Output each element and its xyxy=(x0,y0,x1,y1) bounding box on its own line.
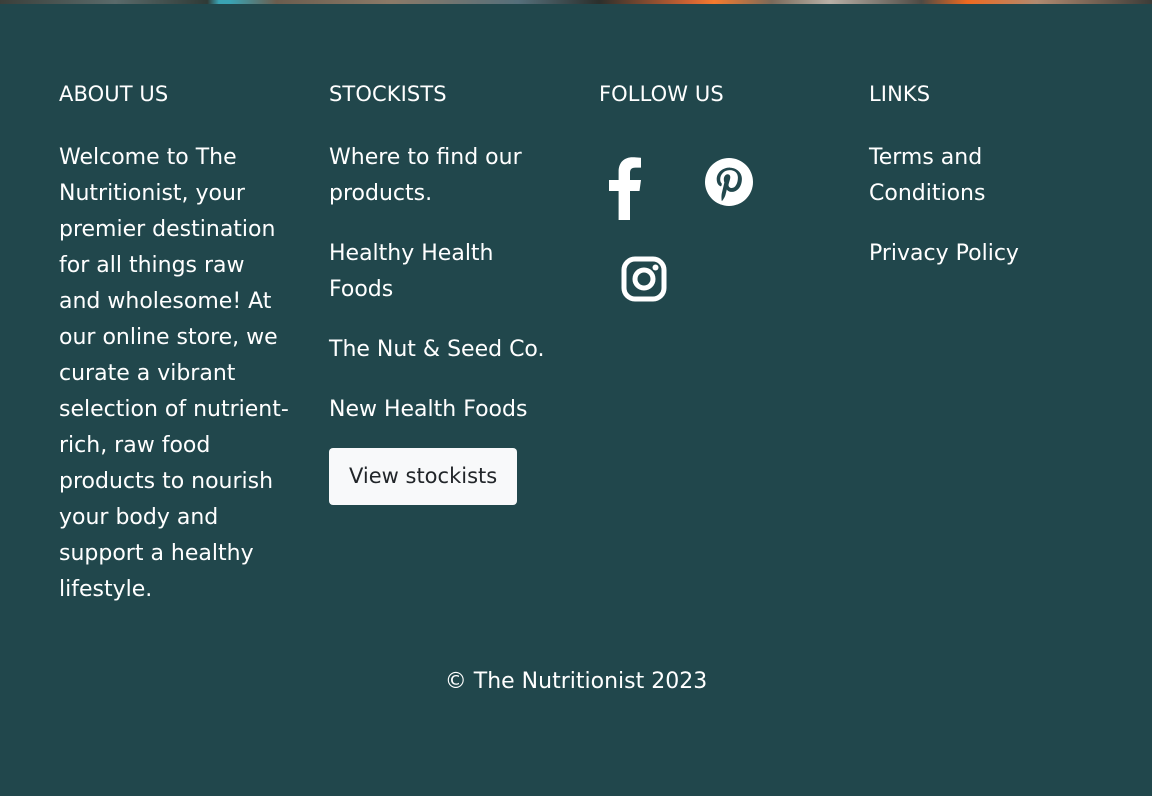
stockist-link-nut-seed-co[interactable]: The Nut & Seed Co. xyxy=(329,337,545,362)
list-item[interactable]: Privacy Policy xyxy=(869,236,1105,272)
view-stockists-button[interactable]: View stockists xyxy=(329,448,518,505)
stockists-list: Where to find our products. Healthy Heal… xyxy=(329,140,559,428)
links-section: LINKS Terms and Conditions Privacy Polic… xyxy=(869,80,1105,296)
about-text: Welcome to The Nutritionist, your premie… xyxy=(59,145,289,602)
follow-heading: FOLLOW US xyxy=(599,82,724,106)
terms-link[interactable]: Terms and Conditions xyxy=(869,145,985,206)
list-item[interactable]: The Nut & Seed Co. xyxy=(329,332,559,368)
stockists-heading: STOCKISTS xyxy=(329,82,447,106)
about-heading: ABOUT US xyxy=(59,82,169,106)
list-item[interactable]: Terms and Conditions xyxy=(869,140,1105,212)
instagram-icon[interactable] xyxy=(621,256,667,302)
list-item: Where to find our products. xyxy=(329,140,559,212)
about-section: ABOUT US Welcome to The Nutritionist, yo… xyxy=(59,80,295,608)
stockists-intro: Where to find our products. xyxy=(329,145,522,206)
site-footer: ABOUT US Welcome to The Nutritionist, yo… xyxy=(0,4,1152,796)
privacy-policy-link[interactable]: Privacy Policy xyxy=(869,241,1019,266)
list-item[interactable]: New Health Foods xyxy=(329,392,559,428)
social-links xyxy=(599,140,835,340)
list-item[interactable]: Healthy Health Foods xyxy=(329,236,559,308)
facebook-icon[interactable] xyxy=(604,156,644,220)
follow-section: FOLLOW US xyxy=(599,80,835,340)
links-heading: LINKS xyxy=(869,82,931,106)
stockist-link-healthy-health-foods[interactable]: Healthy Health Foods xyxy=(329,241,494,302)
pinterest-icon[interactable] xyxy=(705,158,753,206)
stockist-link-new-health-foods[interactable]: New Health Foods xyxy=(329,397,527,422)
links-list: Terms and Conditions Privacy Policy xyxy=(869,140,1105,272)
copyright-text: © The Nutritionist 2023 xyxy=(444,669,708,694)
stockists-section: STOCKISTS Where to find our products. He… xyxy=(329,80,565,509)
